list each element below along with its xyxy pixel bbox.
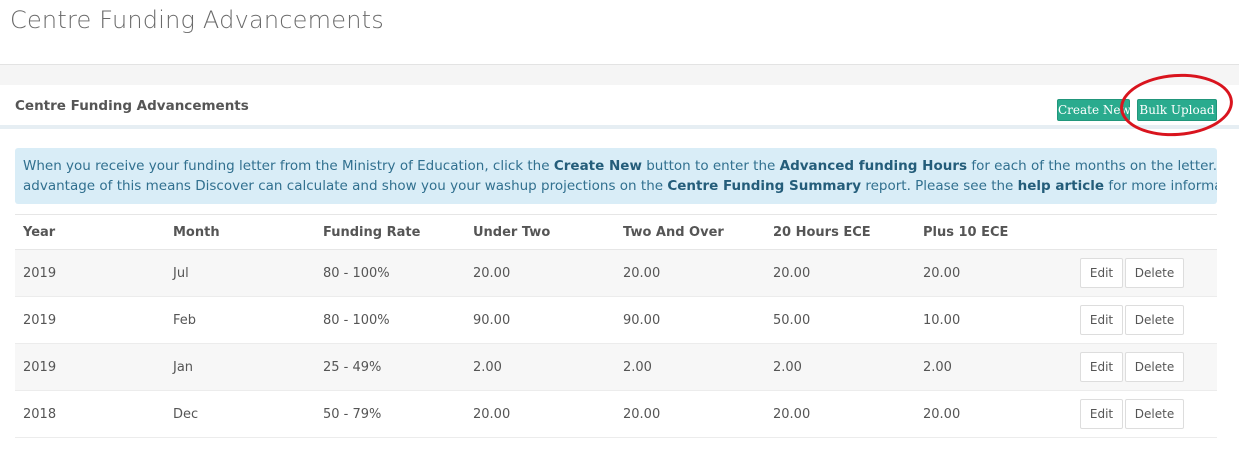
cell-year: 2019 [15,249,165,297]
table-row: 2019 Feb 80 - 100% 90.00 90.00 50.00 10.… [15,296,1217,344]
info-line-1: When you receive your funding letter fro… [23,156,1217,176]
cell-two-and-over: 90.00 [615,296,765,344]
info-text: for more information. [1108,178,1217,194]
cell-funding-rate: 80 - 100% [315,249,465,297]
table-row: 2019 Jan 25 - 49% 2.00 2.00 2.00 2.00 Ed… [15,343,1217,391]
panel-title: Centre Funding Advancements [15,98,249,114]
header-month: Month [165,214,315,250]
page-title: Centre Funding Advancements [10,6,384,34]
cell-month: Jul [165,249,315,297]
cell-two-and-over: 20.00 [615,390,765,438]
table-row: 2019 Jul 80 - 100% 20.00 20.00 20.00 20.… [15,249,1217,297]
cell-month: Feb [165,296,315,344]
page-header: Centre Funding Advancements [0,0,1239,65]
cell-actions: Edit Delete [1065,296,1217,344]
table-header-row: Year Month Funding Rate Under Two Two An… [15,214,1217,250]
header-actions [1065,214,1217,250]
cell-under-two: 20.00 [465,390,615,438]
info-text: report. Please see the [861,178,1018,194]
edit-button[interactable]: Edit [1080,352,1123,382]
info-bold-advanced-hours: Advanced funding Hours [779,158,968,174]
funding-table: Year Month Funding Rate Under Two Two An… [15,214,1217,438]
edit-button[interactable]: Edit [1080,399,1123,429]
cell-plus-10-ece: 10.00 [915,296,1065,344]
header-two-and-over: Two And Over [615,214,765,250]
delete-button[interactable]: Delete [1125,352,1184,382]
table-row: 2018 Dec 50 - 79% 20.00 20.00 20.00 20.0… [15,390,1217,438]
cell-20-hours-ece: 20.00 [765,390,915,438]
edit-button[interactable]: Edit [1080,258,1123,288]
delete-button[interactable]: Delete [1125,305,1184,335]
bulk-upload-button[interactable]: Bulk Upload [1137,99,1217,121]
info-text: When you receive your funding letter fro… [23,158,554,174]
cell-under-two: 90.00 [465,296,615,344]
header-plus-10-ece: Plus 10 ECE [915,214,1065,250]
cell-plus-10-ece: 20.00 [915,390,1065,438]
header-under-two: Under Two [465,214,615,250]
delete-button[interactable]: Delete [1125,399,1184,429]
cell-actions: Edit Delete [1065,343,1217,391]
info-text: button to enter the [641,158,780,174]
edit-button[interactable]: Edit [1080,305,1123,335]
cell-plus-10-ece: 2.00 [915,343,1065,391]
panel-heading: Centre Funding Advancements Create New B… [0,85,1239,129]
info-text: advantage of this means Discover can cal… [23,178,668,194]
delete-button[interactable]: Delete [1125,258,1184,288]
cell-under-two: 20.00 [465,249,615,297]
cell-funding-rate: 25 - 49% [315,343,465,391]
info-text: for each of the months on the letter. Th… [971,158,1217,174]
cell-month: Dec [165,390,315,438]
cell-20-hours-ece: 50.00 [765,296,915,344]
cell-funding-rate: 50 - 79% [315,390,465,438]
cell-year: 2019 [15,343,165,391]
info-bold-create-new: Create New [553,158,642,174]
info-alert: When you receive your funding letter fro… [15,148,1217,204]
cell-funding-rate: 80 - 100% [315,296,465,344]
cell-20-hours-ece: 2.00 [765,343,915,391]
header-20-hours-ece: 20 Hours ECE [765,214,915,250]
cell-year: 2019 [15,296,165,344]
cell-actions: Edit Delete [1065,390,1217,438]
create-new-button[interactable]: Create New [1057,99,1131,121]
cell-under-two: 2.00 [465,343,615,391]
cell-two-and-over: 20.00 [615,249,765,297]
cell-plus-10-ece: 20.00 [915,249,1065,297]
cell-two-and-over: 2.00 [615,343,765,391]
info-line-2: advantage of this means Discover can cal… [23,176,1217,196]
cell-20-hours-ece: 20.00 [765,249,915,297]
header-year: Year [15,214,165,250]
help-article-link[interactable]: help article [1018,178,1104,194]
cell-actions: Edit Delete [1065,249,1217,297]
header-funding-rate: Funding Rate [315,214,465,250]
cell-month: Jan [165,343,315,391]
info-bold-summary: Centre Funding Summary [667,178,862,194]
cell-year: 2018 [15,390,165,438]
